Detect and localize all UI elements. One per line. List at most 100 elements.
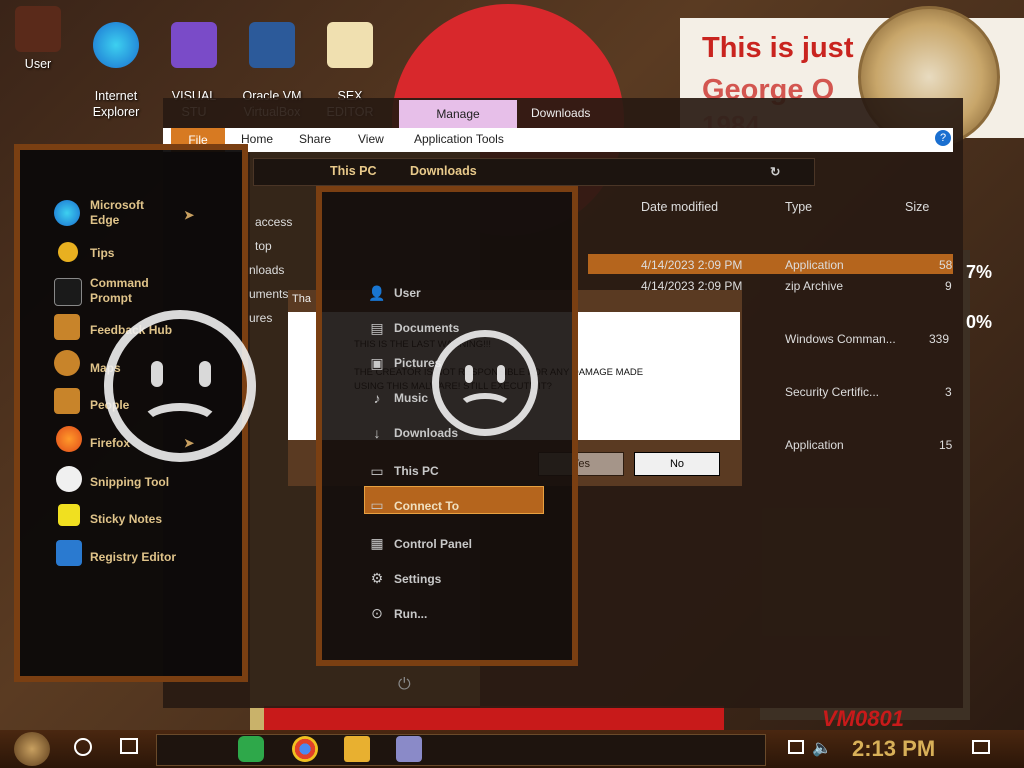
monitor-icon: ▭ [370, 463, 384, 479]
desktop-icon-label: Internet Explorer [92, 89, 140, 119]
tab-application-tools[interactable]: Application Tools [414, 132, 504, 146]
lightbulb-icon [58, 242, 78, 262]
sad-face-icon [432, 330, 538, 436]
menu-item-tips[interactable]: Tips [90, 246, 114, 260]
chrome-icon[interactable] [292, 736, 318, 762]
menu-item-snipping-tool[interactable]: Snipping Tool [90, 475, 169, 489]
desktop-icon-user[interactable]: User [0, 6, 76, 72]
row-size: 3 [945, 385, 952, 399]
nav-desktop[interactable]: top [255, 239, 272, 253]
sad-face-eye [151, 361, 163, 387]
gauge-percent-1: 7% [966, 262, 993, 282]
breadcrumb-this-pc[interactable]: This PC [330, 164, 377, 178]
no-button[interactable]: No [634, 452, 720, 476]
terminal-icon [54, 278, 82, 306]
taskbar-clock[interactable]: 2:13 PM [852, 736, 935, 762]
nav-documents[interactable]: uments [249, 287, 288, 301]
tab-share[interactable]: Share [299, 132, 331, 146]
menu-item-run[interactable]: Run... [394, 607, 427, 621]
feedback-icon [54, 314, 80, 340]
desktop-icon-label: User [24, 57, 52, 71]
menu-item-downloads[interactable]: Downloads [394, 426, 458, 440]
music-icon: ♪ [373, 390, 381, 406]
menu-item-sticky-notes[interactable]: Sticky Notes [90, 512, 162, 526]
row-size: 339 [929, 332, 950, 346]
connect-icon: ▭ [370, 497, 384, 513]
ribbon-tabs: Home Share View Application Tools ? [163, 128, 953, 152]
refresh-icon[interactable]: ↻ [770, 164, 780, 179]
menu-item-registry-editor[interactable]: Registry Editor [90, 550, 176, 564]
row-size: 15 [939, 438, 953, 452]
menu-item-this-pc[interactable]: This PC [394, 464, 439, 478]
user-folder-icon [15, 6, 61, 52]
vm-watermark: VM0801 [822, 706, 904, 731]
row-type: zip Archive [785, 279, 844, 293]
row-type: Application [785, 258, 844, 272]
start-button[interactable] [14, 732, 50, 766]
power-icon[interactable]: ⏻ [398, 676, 416, 694]
control-panel-icon: ▦ [370, 535, 384, 551]
file-explorer-icon[interactable] [344, 736, 370, 762]
map-pin-icon [54, 350, 80, 376]
row-size: 58 [939, 258, 953, 272]
menu-item-command-prompt[interactable]: Command Prompt [90, 276, 149, 306]
gear-icon: ⚙ [370, 570, 384, 586]
tab-manage[interactable]: Manage [399, 100, 517, 128]
tab-view[interactable]: View [358, 132, 384, 146]
menu-item-documents[interactable]: Documents [394, 321, 459, 335]
nav-quick-access[interactable]: access [255, 215, 292, 229]
edge-browser-icon [93, 22, 139, 68]
menu-item-music[interactable]: Music [394, 391, 428, 405]
sheets-app-icon[interactable] [238, 736, 264, 762]
start-menu-places[interactable]: 👤 User ▤ Documents ▣ Pictures ♪ Music ↓ … [316, 186, 578, 666]
volume-muted-icon[interactable]: 🔈 [812, 738, 832, 758]
task-view-icon[interactable] [120, 738, 138, 754]
window-title: Downloads [531, 106, 591, 120]
expand-arrow-icon[interactable]: ➤ [184, 208, 194, 222]
wallpaper-red-stripe [264, 706, 724, 730]
hex-editor-icon [327, 22, 373, 68]
search-icon[interactable] [74, 738, 92, 756]
row-type: Windows Comman... [785, 332, 896, 346]
app-icon[interactable] [396, 736, 422, 762]
dialog-title: Tha [292, 293, 311, 305]
network-icon[interactable] [788, 740, 804, 754]
edge-icon [54, 200, 80, 226]
column-type[interactable]: Type [785, 200, 812, 214]
menu-item-microsoft-edge[interactable]: Microsoft Edge [90, 198, 144, 228]
scissors-icon [56, 466, 82, 492]
sad-face-eye [199, 361, 211, 387]
sticky-note-icon [58, 504, 80, 526]
menu-item-control-panel[interactable]: Control Panel [394, 537, 472, 551]
run-icon: ⊙ [371, 605, 383, 621]
menu-item-user[interactable]: User [394, 286, 421, 300]
breadcrumb-downloads[interactable]: Downloads [410, 164, 477, 178]
sad-face-icon [104, 310, 256, 462]
row-type: Security Certific... [785, 385, 880, 399]
registry-icon [56, 540, 82, 566]
menu-item-connect-to[interactable]: Connect To [394, 499, 459, 513]
virtualbox-icon [249, 22, 295, 68]
sad-face-eye [465, 365, 473, 383]
address-bar[interactable]: This PC Downloads ↻ [253, 158, 815, 186]
nav-downloads[interactable]: nloads [249, 263, 284, 277]
sad-face-mouth [457, 393, 513, 423]
help-icon[interactable]: ? [935, 130, 951, 146]
download-icon: ↓ [373, 425, 381, 441]
user-icon: 👤 [368, 285, 386, 301]
people-icon [54, 388, 80, 414]
sad-face-mouth [139, 403, 221, 447]
documents-icon: ▤ [370, 320, 384, 336]
row-type: Application [785, 438, 844, 452]
row-date: 4/14/2023 2:09 PM [641, 258, 743, 272]
desktop-icon-internet-explorer[interactable]: Internet Explorer [78, 6, 154, 136]
menu-item-settings[interactable]: Settings [394, 572, 441, 586]
gauge-percent-2: 0% [966, 312, 993, 332]
poster-line-1: This is just [702, 32, 854, 64]
column-date-modified[interactable]: Date modified [641, 200, 718, 214]
row-size: 9 [945, 279, 952, 293]
notifications-icon[interactable] [972, 740, 990, 754]
column-size[interactable]: Size [905, 200, 929, 214]
visual-studio-icon [171, 22, 217, 68]
nav-pictures[interactable]: ures [249, 311, 272, 325]
